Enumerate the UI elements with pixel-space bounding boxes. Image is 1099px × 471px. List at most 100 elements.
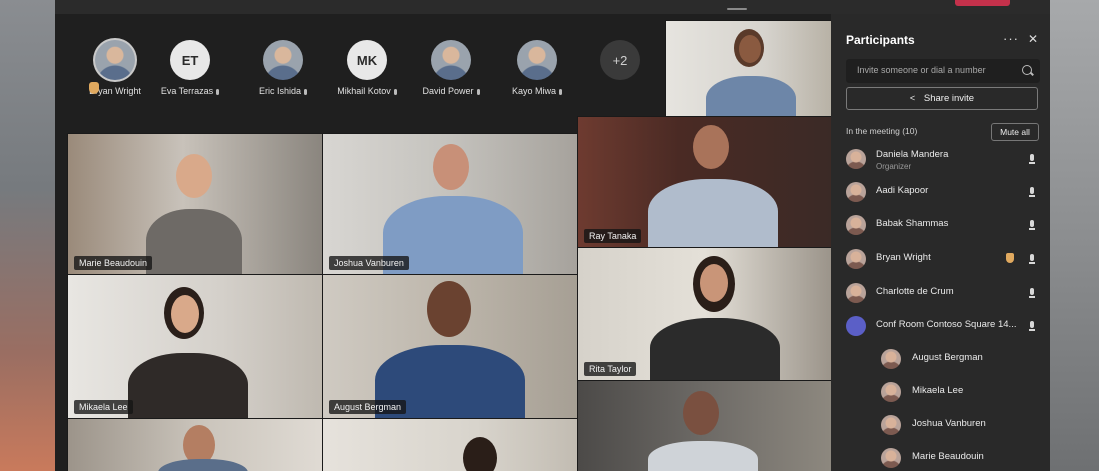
mic-icon[interactable] (1029, 321, 1035, 331)
strip-participant[interactable]: Kayo Miwa (497, 40, 577, 96)
mic-icon[interactable] (1029, 254, 1035, 264)
mic-icon (393, 88, 397, 95)
participant-row-sub[interactable]: Mikaela Lee (831, 377, 1050, 407)
participant-row[interactable]: Charlotte de Crum (831, 278, 1050, 308)
participant-row[interactable]: Bryan Wright (831, 244, 1050, 274)
raised-hand-icon (89, 82, 99, 94)
avatar: MK (347, 40, 387, 80)
participant-name: Eric Ishida (243, 86, 323, 96)
participant-row[interactable]: Aadi Kapoor (831, 177, 1050, 207)
participant-name: August Bergman (912, 352, 983, 363)
video-tile[interactable]: Joshua Vanburen (322, 133, 579, 276)
share-invite-button[interactable]: < Share invite (846, 87, 1038, 110)
avatar (95, 40, 135, 80)
strip-participant[interactable]: MK Mikhail Kotov (327, 40, 407, 96)
participant-row-sub[interactable]: Joshua Vanburen (831, 410, 1050, 440)
avatar (881, 415, 901, 435)
avatar (846, 215, 866, 235)
video-tile[interactable]: Ray Tanaka (577, 116, 832, 249)
invite-input[interactable] (855, 64, 1019, 76)
video-tile[interactable] (577, 380, 832, 471)
participant-name: Kayo Miwa (497, 86, 577, 96)
video-tile[interactable]: Rita Taylor (577, 247, 832, 382)
search-icon (1022, 65, 1032, 75)
avatar (846, 283, 866, 303)
participant-row-sub[interactable]: August Bergman (831, 344, 1050, 374)
participant-name-tag: August Bergman (329, 400, 407, 414)
participant-row-sub[interactable]: Marie Beaudouin (831, 443, 1050, 471)
participant-name: Mikaela Lee (912, 385, 964, 396)
participant-name: Daniela Mandera (876, 149, 949, 160)
mic-icon[interactable] (1029, 154, 1035, 164)
avatar (431, 40, 471, 80)
participant-name-tag: Ray Tanaka (584, 229, 642, 243)
avatar (846, 249, 866, 269)
participant-row[interactable]: Conf Room Contoso Square 14... (831, 311, 1050, 341)
avatar (881, 382, 901, 402)
background-right (1050, 0, 1099, 471)
strip-participant[interactable]: David Power (411, 40, 491, 96)
mute-all-button[interactable]: Mute all (991, 123, 1039, 141)
mic-icon[interactable] (1029, 220, 1035, 230)
participant-role: Organizer (876, 162, 912, 171)
video-tile[interactable]: Mikaela Lee (67, 274, 324, 420)
avatar (846, 182, 866, 202)
background-left (0, 0, 55, 471)
mic-icon (476, 88, 480, 95)
participant-name-tag: Marie Beaudouin (74, 256, 153, 270)
participant-name-tag: Mikaela Lee (74, 400, 133, 414)
teams-meeting-window: Bryan Wright ET Eva Terrazas Eric Ishida… (55, 0, 1050, 471)
share-icon: < (909, 93, 916, 103)
video-tile[interactable] (322, 418, 579, 471)
avatar (846, 149, 866, 169)
participant-name-tag: Rita Taylor (584, 362, 637, 376)
participant-name: Bryan Wright (89, 86, 141, 96)
share-invite-label: Share invite (923, 93, 975, 104)
panel-title: Participants (846, 33, 915, 47)
participant-name: Joshua Vanburen (912, 418, 986, 429)
participant-name: Mikhail Kotov (327, 86, 407, 96)
mic-icon[interactable] (1029, 288, 1035, 298)
raised-hand-icon (1006, 253, 1014, 263)
participant-name-tag: Joshua Vanburen (329, 256, 409, 270)
video-tile[interactable]: Marie Beaudouin (67, 133, 324, 276)
participant-name: David Power (411, 86, 491, 96)
participants-panel: Participants ··· ✕ < Share invite In the… (831, 14, 1050, 471)
mic-icon (216, 88, 220, 95)
strip-participant[interactable]: ET Eva Terrazas (150, 40, 230, 96)
more-icon[interactable]: ··· (1003, 31, 1019, 46)
participant-name: Charlotte de Crum (876, 286, 954, 297)
participant-name: Aadi Kapoor (876, 185, 929, 196)
participant-strip: Bryan Wright ET Eva Terrazas Eric Ishida… (65, 20, 665, 116)
room-icon (846, 316, 866, 336)
video-tile-spotlight[interactable] (665, 20, 832, 118)
close-icon[interactable]: ✕ (1028, 32, 1038, 46)
video-stage: Bryan Wright ET Eva Terrazas Eric Ishida… (65, 20, 832, 471)
participant-name: Marie Beaudouin (912, 451, 984, 462)
in-meeting-heading: In the meeting (10) (846, 126, 918, 136)
leave-button[interactable] (955, 0, 1010, 6)
mic-icon[interactable] (1029, 187, 1035, 197)
video-tile[interactable] (67, 418, 324, 471)
strip-participant[interactable]: Bryan Wright (75, 40, 155, 96)
video-tile[interactable]: August Bergman (322, 274, 579, 420)
drag-handle[interactable] (727, 8, 747, 10)
mic-icon (559, 88, 562, 95)
participant-row[interactable]: Daniela Mandera Organizer (831, 144, 1050, 174)
strip-participant[interactable]: Eric Ishida (243, 40, 323, 96)
invite-search-field[interactable] (846, 59, 1040, 83)
participant-name: Eva Terrazas (150, 86, 230, 96)
participant-name: Bryan Wright (876, 252, 931, 263)
participant-name: Conf Room Contoso Square 14... (876, 319, 1017, 330)
avatar (881, 349, 901, 369)
participant-row[interactable]: Babak Shammas (831, 210, 1050, 240)
avatar (881, 448, 901, 468)
avatar (517, 40, 557, 80)
avatar: ET (170, 40, 210, 80)
participant-name: Babak Shammas (876, 218, 949, 229)
overflow-count: +2 (600, 40, 640, 80)
overflow-participants-button[interactable]: +2 (580, 40, 660, 80)
mic-icon (304, 88, 308, 95)
avatar (263, 40, 303, 80)
top-bar (55, 0, 1050, 14)
